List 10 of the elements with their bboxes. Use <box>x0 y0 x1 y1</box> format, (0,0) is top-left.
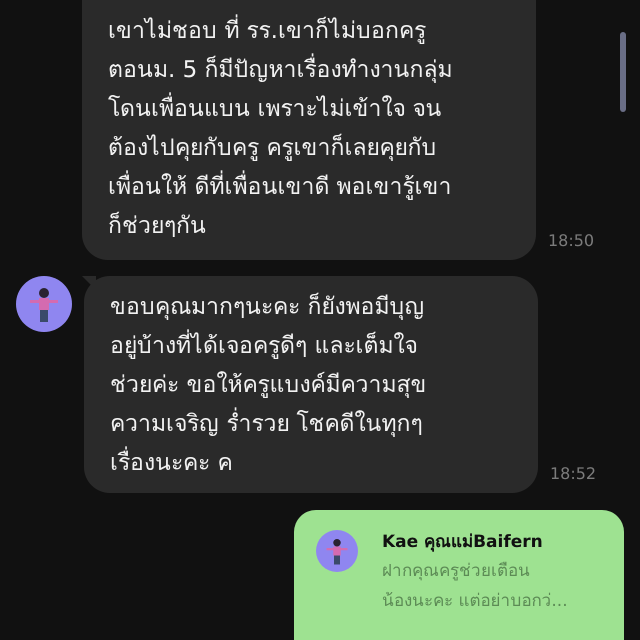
sender-name: Kae คุณแม่Baifern <box>382 531 544 554</box>
avatar-icon[interactable] <box>316 530 358 572</box>
message-time: 18:52 <box>550 464 596 483</box>
message-time: 18:50 <box>548 231 594 250</box>
reply-bubble[interactable]: Kae คุณแม่Baifern ฝากคุณครูช่วยเตือน น้องนะคะ แต่อย่าบอกว่... <box>294 510 624 640</box>
message-bubble: ขอบคุณมากๆนะคะ ก็ยังพอมีบุญ อยู่บ้างที่ได้เจอครูดีๆ และเต็มใจ ช่วยค่ะ ขอให้ครูแบงค์มีความสุข ความเจริญ ร่ำรวย โชคดีในทุกๆ เรื่องนะคะ ค <box>84 276 538 493</box>
avatar-icon[interactable] <box>16 276 72 332</box>
scrollbar[interactable] <box>620 32 626 112</box>
message-preview: ฝากคุณครูช่วยเตือน น้องนะคะ แต่อย่าบอกว่... <box>382 560 568 613</box>
message-bubble: เขาไม่ชอบ ที่ รร.เขาก็ไม่บอกครู ตอนม. 5 ก็มีปัญหาเรื่องทำงานกลุ่ม โดนเพื่อนแบน เพราะไม่เข้าใจ จน ต้องไปคุยกับครู ครูเขาก็เลยคุยกับ เพื่อนให้ ดีที่เพื่อนเขาดี พอเขารู้เขา ก็ช่วยๆกัน <box>82 0 536 260</box>
